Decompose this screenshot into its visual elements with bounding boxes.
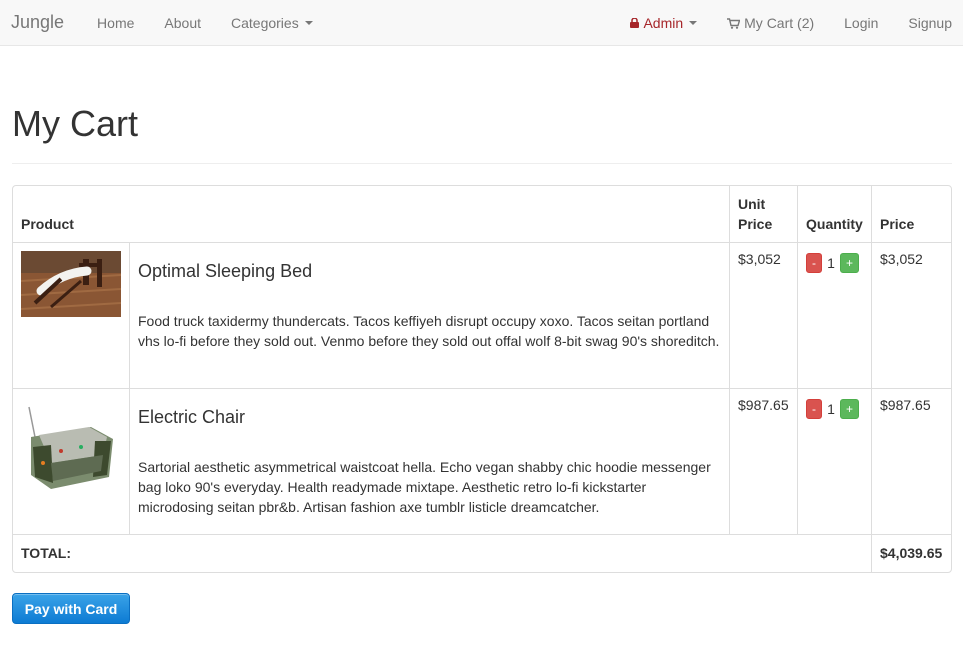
nav-cart-label: My Cart (2) <box>744 15 815 31</box>
product-name[interactable]: Electric Chair <box>138 407 721 428</box>
col-price: Price <box>872 186 951 243</box>
col-unit-price-line1: Unit <box>738 196 766 212</box>
decrease-quantity-button[interactable]: - <box>806 253 822 273</box>
lock-icon <box>630 18 640 28</box>
chevron-down-icon <box>304 20 313 25</box>
total-label: TOTAL: <box>13 535 872 572</box>
nav-right: Admin My Cart (2) Login Signup <box>615 0 963 46</box>
page-title: My Cart <box>12 103 138 144</box>
product-info-cell: Optimal Sleeping Bed Food truck taxiderm… <box>130 243 730 389</box>
chevron-down-icon <box>689 21 698 25</box>
product-image-cell <box>13 389 130 535</box>
top-navbar: Jungle Home About Categories Admin My Ca… <box>0 0 963 46</box>
nav-login[interactable]: Login <box>829 0 893 46</box>
unit-price: $3,052 <box>730 243 798 389</box>
table-row: Electric Chair Sartorial aesthetic asymm… <box>13 389 951 535</box>
cart-table: Product Unit Price Quantity Price Optima… <box>12 185 952 573</box>
col-unit-price: Unit Price <box>730 186 798 243</box>
quantity-value: 1 <box>827 401 835 417</box>
quantity-cell: - 1 + <box>798 389 872 535</box>
increase-quantity-button[interactable]: + <box>840 253 859 273</box>
col-quantity: Quantity <box>798 186 872 243</box>
product-name[interactable]: Optimal Sleeping Bed <box>138 261 721 282</box>
nav-about[interactable]: About <box>149 0 216 46</box>
quantity-stepper: - 1 + <box>806 399 863 419</box>
line-price: $3,052 <box>872 243 951 389</box>
nav-signup[interactable]: Signup <box>893 0 963 46</box>
product-description: Sartorial aesthetic asymmetrical waistco… <box>138 459 711 515</box>
nav-cart[interactable]: My Cart (2) <box>712 0 829 46</box>
nav-admin-label: Admin <box>643 15 684 31</box>
table-row: Optimal Sleeping Bed Food truck taxiderm… <box>13 243 951 389</box>
quantity-stepper: - 1 + <box>806 253 863 273</box>
product-image-cell <box>13 243 130 389</box>
nav-home[interactable]: Home <box>82 0 149 46</box>
product-image-chair <box>21 397 121 497</box>
quantity-value: 1 <box>827 255 835 271</box>
total-row: TOTAL: $4,039.65 <box>13 535 951 572</box>
decrease-quantity-button[interactable]: - <box>806 399 822 419</box>
product-description: Food truck taxidermy thundercats. Tacos … <box>138 313 720 349</box>
line-price: $987.65 <box>872 389 951 535</box>
total-value: $4,039.65 <box>880 545 943 561</box>
table-header-row: Product Unit Price Quantity Price <box>13 186 951 243</box>
nav-categories-dropdown[interactable]: Categories <box>216 0 328 46</box>
pay-with-card-button[interactable]: Pay with Card <box>12 593 130 624</box>
increase-quantity-button[interactable]: + <box>840 399 859 419</box>
col-unit-price-line2: Price <box>738 216 773 232</box>
quantity-cell: - 1 + <box>798 243 872 389</box>
brand-link[interactable]: Jungle <box>11 12 64 33</box>
col-product: Product <box>13 186 730 243</box>
nav-admin-dropdown[interactable]: Admin <box>615 0 712 46</box>
product-info-cell: Electric Chair Sartorial aesthetic asymm… <box>130 389 730 535</box>
unit-price: $987.65 <box>730 389 798 535</box>
cart-icon <box>727 17 741 29</box>
title-divider <box>12 163 952 164</box>
nav-categories-label: Categories <box>231 14 299 31</box>
product-image-bed <box>20 251 122 317</box>
